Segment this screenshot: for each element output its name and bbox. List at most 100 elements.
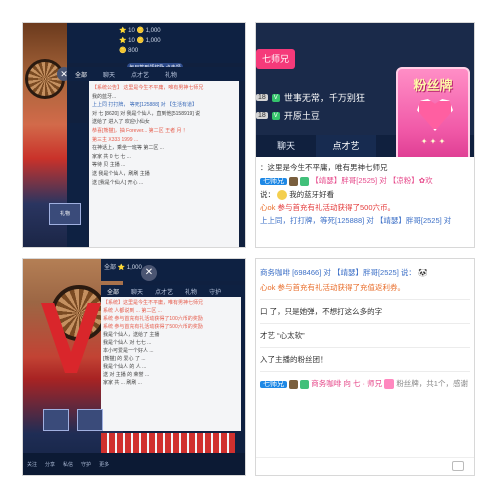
chat-line: 心ok 参与首充有礼活动获得了充值返利券。 <box>260 283 406 292</box>
chat-line: 七师兄 商务咖啡 向 七 · 师兄 粉丝牌，共1个，感谢 <box>260 376 470 392</box>
tab-talent[interactable]: 点才艺 <box>123 67 157 81</box>
tab-guard[interactable]: 守护 <box>203 285 227 297</box>
chat-line: 我是个仙人 对 七七 ... <box>103 340 152 346</box>
level-badge: 18 <box>256 94 268 101</box>
chat-line: 恭喜[熊猫]，抽 Forever... 第二区 王者 月 ！ <box>92 127 188 134</box>
divider <box>260 371 470 372</box>
panel-bottom-left-live-room: 全部 ⭐ 1,000 ✕ 全部 聊天 点才艺 礼物 守护 【系统】这里是今生不平… <box>22 258 246 476</box>
toolbar-item-guard[interactable]: 守护 <box>81 461 91 468</box>
chat-line: 对 七 [8620] 对 我是个仙人，直到他[5158919] 说 <box>92 110 201 117</box>
chat-text: 我的蓝牙好看 <box>289 190 335 199</box>
chat-line: [熊猫] 的 爱心 了 ... <box>103 356 146 362</box>
topbar-line: 🪙 800 <box>119 48 139 54</box>
chat-line: 【系统公告】 这里是今生不平庸，唯有男神七师兄 <box>92 85 204 91</box>
chat-list: 【系统】这里是今生不平庸，唯有男神七师兄 系统 人都说到 ... 第二区 ...… <box>101 297 241 431</box>
top-bar: ⭐ 10 🪙 1,000 ⭐ 10 🪙 1,000 🪙 800 <box>67 23 245 63</box>
chat-line: 等待 贝 主播 ... <box>92 162 126 169</box>
viewer-row: 18 V 世事无常，千万别狂 <box>256 91 365 104</box>
chat-line: 上上同，打打牌，等死[125888] 对 【靖瑟】胖哥[2525] 对 <box>260 216 452 225</box>
chat-line: 送 对 主播 的 荣誉 ... <box>103 372 150 378</box>
vip-icon: V <box>271 111 280 120</box>
chat-line: 系统 参与首充有礼活动获得了500六币的奖励 <box>103 324 203 330</box>
top-bar: 全部 ⭐ 1,000 <box>101 259 245 281</box>
tab-talent[interactable]: 点才艺 <box>149 285 179 297</box>
chat-line: 系统 参与首充有礼活动获得了100六币的奖励 <box>103 316 203 322</box>
rank-tag: 七师兄 <box>260 381 287 388</box>
chat-line: 心ok 参与首充有礼活动获得了500六币。 <box>260 201 472 214</box>
chat-line: 系统 人都说到 ... 第二区 ... <box>103 308 162 314</box>
vip-icon <box>300 379 310 389</box>
input-bar[interactable] <box>256 457 474 475</box>
panel-top-right-live-room: 七师兄 18 V 世事无常，千万别狂 18 V 开原土豆 聊天 点才艺 礼 粉丝… <box>255 22 475 248</box>
side-toolbar <box>67 123 87 247</box>
tab-gifts[interactable]: 礼物 <box>179 285 203 297</box>
chat-user[interactable]: 心ok <box>260 203 275 212</box>
tab-chat[interactable]: 聊天 <box>125 285 149 297</box>
panda-emoji-icon: 🐼 <box>417 268 428 277</box>
close-icon[interactable]: ✕ <box>141 265 157 281</box>
chat-line: 商务咖啡 [698466] 对 【靖瑟】胖哥[2525] 说： 🐼 <box>260 265 470 280</box>
toolbar-item-follow[interactable]: 关注 <box>27 461 37 468</box>
gift-button[interactable] <box>77 409 103 431</box>
screenshot-collage: ⭐ 10 🪙 1,000 ⭐ 10 🪙 1,000 🪙 800 ✕ 每日签到领奖… <box>0 0 497 497</box>
toolbar-item-message[interactable]: 私信 <box>63 461 73 468</box>
chat-line: 我是个仙人，送给了 主播 <box>103 332 160 338</box>
chat-text: 商务咖啡 [698466] 对 【靖瑟】胖哥[2525] 说： <box>260 268 416 277</box>
chat-line: 家家 共 0 七 七 ... <box>92 153 131 160</box>
chat-line: 说： 我的蓝牙好看 <box>260 188 472 201</box>
tab-gifts[interactable]: 礼物 <box>157 67 185 81</box>
viewer-row: 18 V 开原土豆 <box>256 109 320 122</box>
vip-icon <box>300 176 310 186</box>
chat-line: 在神话上，乘坐一班等 第二区 ... <box>92 145 164 152</box>
fan-badge-title: 粉丝牌 <box>413 78 453 93</box>
chat-line: 上上同 打打牌， 等死[125888] 对 【生活有道】 <box>92 102 198 109</box>
chat-list: 商务咖啡 [698466] 对 【靖瑟】胖哥[2525] 说： 🐼 心ok 参与… <box>256 259 474 392</box>
tab-talent[interactable]: 点才艺 <box>316 135 376 157</box>
message-icon[interactable] <box>452 461 464 471</box>
rank-tag: 七师兄 <box>260 178 287 185</box>
divider <box>260 323 470 324</box>
fan-badge-icon <box>384 379 395 390</box>
chat-list: 【系统公告】 这里是今生不平庸，唯有男神七师兄 我的蓝牙... 上上同 打打牌，… <box>89 81 239 247</box>
chat-text: 说： <box>260 190 275 199</box>
bottom-toolbar: 关注 分享 私信 守护 更多 <box>23 453 245 475</box>
panel-top-left-live-room: ⭐ 10 🪙 1,000 ⭐ 10 🪙 1,000 🪙 800 ✕ 每日签到领奖… <box>22 22 246 248</box>
tab-chat[interactable]: 聊天 <box>256 135 316 157</box>
chat-user[interactable]: 商务咖啡 向 七 · 师兄 <box>311 379 382 388</box>
chat-line: 送 我是个仙人，刷刷 主播 <box>92 170 150 177</box>
gift-button[interactable] <box>43 409 69 431</box>
divider <box>260 347 470 348</box>
topbar-line: ⭐ 10 🪙 1,000 <box>119 28 161 34</box>
chat-line: ：这里是今生不平庸，唯有男神七师兄 <box>260 163 388 172</box>
toolbar-item-more[interactable]: 更多 <box>99 461 109 468</box>
topbar-line: ⭐ 10 🪙 1,000 <box>119 38 161 44</box>
chat-line: 才艺 “心太软” <box>260 331 305 340</box>
tab-all[interactable]: 全部 <box>101 285 125 297</box>
sparkle-icon: ✦ ✦ ✦ <box>420 137 446 146</box>
panel-bottom-right-chat: 商务咖啡 [698466] 对 【靖瑟】胖哥[2525] 说： 🐼 心ok 参与… <box>255 258 475 476</box>
tab-all[interactable]: 全部 <box>67 67 95 81</box>
chat-user[interactable]: 【靖瑟】胖哥[2525] 对 【凉粉】✿欢 <box>311 176 432 185</box>
chat-line: 我的蓝牙... <box>92 93 117 100</box>
emoji-icon <box>277 190 288 201</box>
chat-line: 口 了，只是她弹，不想打这么多的字 <box>260 307 383 316</box>
chat-tabs: 全部 聊天 点才艺 礼物 <box>67 67 245 81</box>
tab-chat[interactable]: 聊天 <box>95 67 123 81</box>
fan-badge-card[interactable]: 粉丝牌 ✦ ✦ ✦ <box>396 67 470 171</box>
chat-tabs: 全部 聊天 点才艺 礼物 守护 <box>101 285 245 297</box>
chat-line: 家家 共 ... 刷刷 ... <box>103 380 142 386</box>
viewer-name: 开原土豆 <box>283 111 320 121</box>
chat-line: 入了主播的粉丝团！ <box>260 355 328 364</box>
chat-line: 送给了 进入了 欢迎小仙女 <box>92 119 150 126</box>
medal-icon <box>289 176 299 186</box>
gift-button[interactable]: 礼物 <box>49 203 81 225</box>
chat-line: 【系统】这里是今生不平庸，唯有男神七师兄 <box>103 300 204 306</box>
toolbar-item-share[interactable]: 分享 <box>45 461 55 468</box>
chat-list: ：这里是今生不平庸，唯有男神七师兄 七师兄 【靖瑟】胖哥[2525] 对 【凉粉… <box>256 157 474 247</box>
rank-badge: 七师兄 <box>256 49 296 69</box>
divider <box>260 299 470 300</box>
chat-line: 我是个仙人 的 人 ... <box>103 364 147 370</box>
chat-text: 粉丝牌，共1个，感谢 <box>396 379 468 388</box>
medal-icon <box>289 379 299 389</box>
chat-text: 参与首充有礼活动获得了500六币。 <box>277 203 396 212</box>
